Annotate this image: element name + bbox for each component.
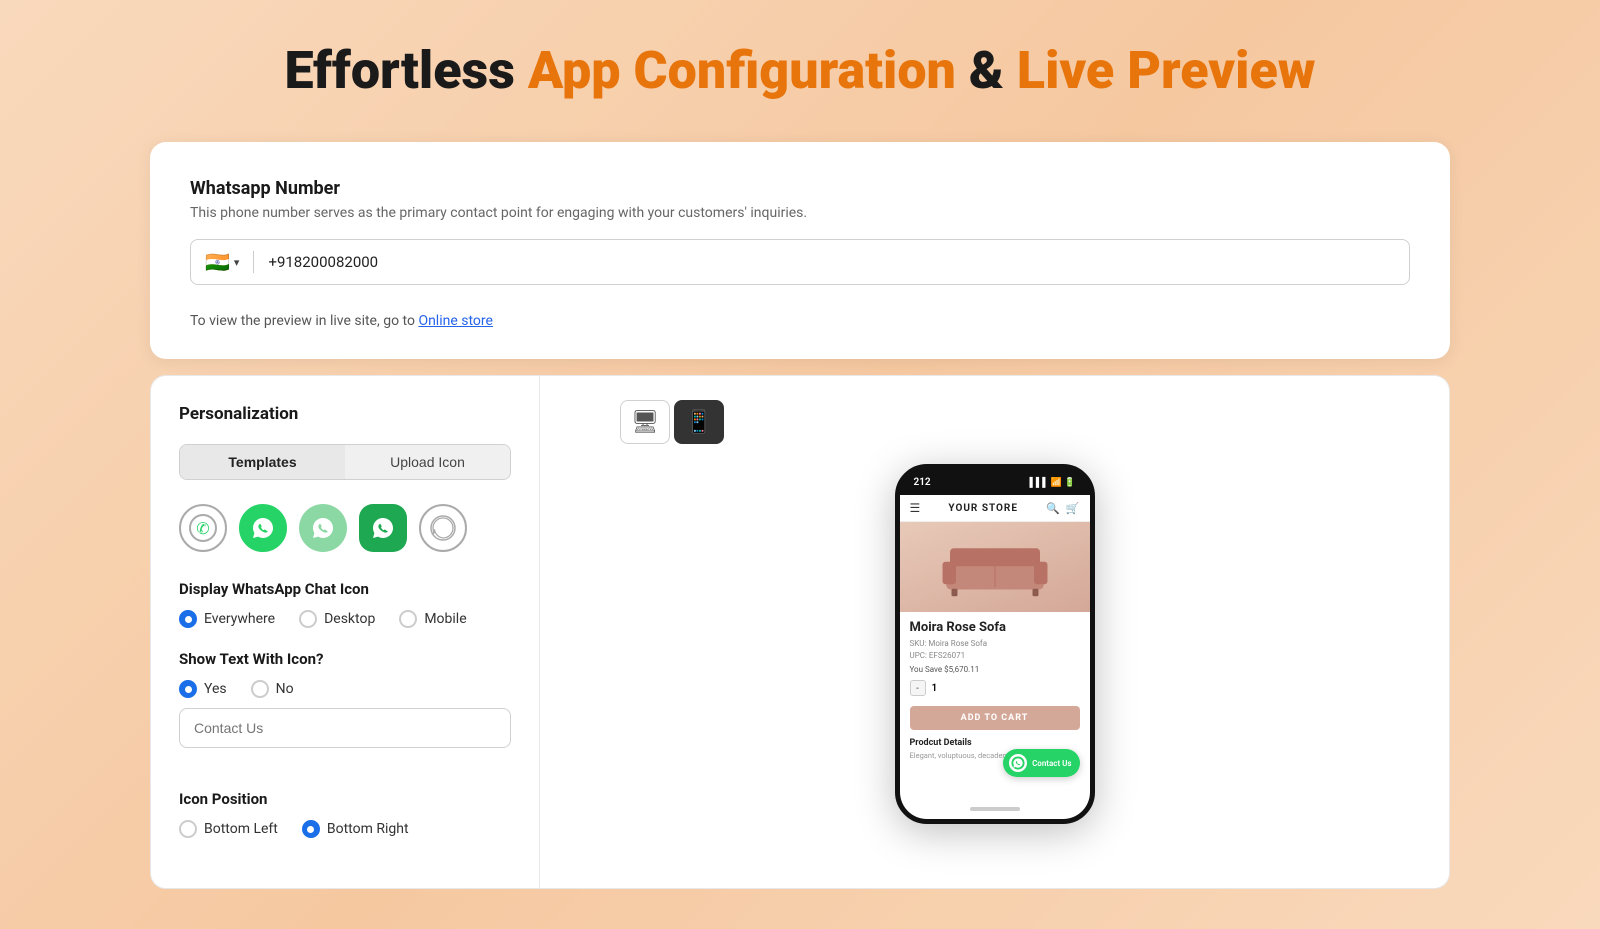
desktop-device-btn[interactable]: 🖥 <box>620 400 670 444</box>
wa-icon-variant-3[interactable] <box>299 504 347 552</box>
display-chat-icon-group: Display WhatsApp Chat Icon Everywhere De… <box>179 580 511 628</box>
radio-bottom-left-circle <box>179 820 197 838</box>
sofa-svg <box>935 532 1055 602</box>
cart-icon: 🛒 <box>1066 502 1080 515</box>
radio-bottom-left[interactable]: Bottom Left <box>179 820 278 838</box>
wa-float-text: Contact Us <box>1032 759 1071 768</box>
product-price: You Save $5,670.11 <box>910 665 1080 674</box>
radio-desktop-label: Desktop <box>324 611 375 627</box>
radio-everywhere-label: Everywhere <box>204 611 275 627</box>
preview-panel: 🖥 📱 212 ▌▌▌ 📶 🔋 ☰ YOUR STORE 🔍 <box>540 375 1450 889</box>
icon-position-radio-row: Bottom Left Bottom Right <box>179 820 511 838</box>
whatsapp-section-title: Whatsapp Number <box>190 178 1410 199</box>
phone-status-bar: 212 ▌▌▌ 📶 🔋 <box>900 469 1090 495</box>
search-icon: 🔍 <box>1046 502 1060 515</box>
tab-upload-icon[interactable]: Upload Icon <box>345 445 510 479</box>
wa-icon-variant-4[interactable] <box>359 504 407 552</box>
qty-minus-btn[interactable]: - <box>910 680 926 696</box>
wa-icon-variant-5[interactable] <box>419 504 467 552</box>
preview-link-row: To view the preview in live site, go to … <box>190 305 1410 329</box>
radio-no-label: No <box>276 681 294 697</box>
whatsapp-section-desc: This phone number serves as the primary … <box>190 205 1410 221</box>
svg-text:✆: ✆ <box>196 519 209 538</box>
radio-mobile-label: Mobile <box>424 611 466 627</box>
radio-no[interactable]: No <box>251 680 294 698</box>
mobile-device-btn[interactable]: 📱 <box>674 400 724 444</box>
store-header-actions: 🔍 🛒 <box>1046 502 1079 515</box>
whatsapp-card: Whatsapp Number This phone number serves… <box>150 142 1450 359</box>
flag-emoji: 🇮🇳 <box>205 250 230 274</box>
desktop-icon: 🖥 <box>631 409 659 435</box>
product-details-title: Prodcut Details <box>910 738 1080 748</box>
phone-mockup: 212 ▌▌▌ 📶 🔋 ☰ YOUR STORE 🔍 🛒 <box>895 464 1095 824</box>
home-indicator <box>970 807 1020 811</box>
store-name: YOUR STORE <box>948 503 1018 514</box>
title-word-and: & <box>969 40 1004 101</box>
radio-bottom-left-label: Bottom Left <box>204 821 278 837</box>
notch-icons: ▌▌▌ 📶 🔋 <box>1029 477 1075 488</box>
display-radio-row: Everywhere Desktop Mobile <box>179 610 511 628</box>
wa-float-icon <box>1009 754 1027 772</box>
country-selector[interactable]: 🇮🇳 ▾ <box>205 250 239 274</box>
phone-divider <box>253 251 254 273</box>
show-text-title: Show Text With Icon? <box>179 650 511 668</box>
radio-mobile-circle <box>399 610 417 628</box>
phone-number-value[interactable]: +918200082000 <box>268 253 1395 271</box>
radio-everywhere-circle <box>179 610 197 628</box>
product-sku: SKU: Moira Rose Sofa <box>910 638 1080 650</box>
wa-icon-variant-1[interactable]: ✆ <box>179 504 227 552</box>
wa-float-button[interactable]: Contact Us <box>1003 749 1079 777</box>
chevron-down-icon: ▾ <box>234 256 240 269</box>
device-switcher: 🖥 📱 <box>620 400 724 444</box>
phone-screen: ☰ YOUR STORE 🔍 🛒 <box>900 495 1090 799</box>
icon-position-group: Icon Position Bottom Left Bottom Right <box>179 790 511 838</box>
title-word-live-preview: Live Preview <box>1017 40 1316 101</box>
menu-icon: ☰ <box>910 501 921 515</box>
mobile-icon: 📱 <box>685 409 712 435</box>
page-title: Effortless App Configuration & Live Prev… <box>284 40 1315 102</box>
qty-row: - 1 <box>910 680 1080 696</box>
radio-mobile[interactable]: Mobile <box>399 610 466 628</box>
radio-desktop-circle <box>299 610 317 628</box>
phone-bottom-bar <box>900 799 1090 819</box>
product-name: Moira Rose Sofa <box>910 620 1080 635</box>
preview-text: To view the preview in live site, go to <box>190 313 415 329</box>
add-to-cart-button[interactable]: ADD TO CART <box>910 706 1080 730</box>
title-word-app-config: App Configuration <box>528 40 956 101</box>
display-chat-title: Display WhatsApp Chat Icon <box>179 580 511 598</box>
product-upc: UPC: EFS26071 <box>910 650 1080 662</box>
radio-bottom-right-label: Bottom Right <box>327 821 409 837</box>
wa-icon-variant-2[interactable] <box>239 504 287 552</box>
show-text-group: Show Text With Icon? Yes No <box>179 650 511 768</box>
personalization-heading: Personalization <box>179 404 511 424</box>
phone-input-container: 🇮🇳 ▾ +918200082000 <box>190 239 1410 285</box>
show-text-radio-row: Yes No <box>179 680 511 698</box>
radio-desktop[interactable]: Desktop <box>299 610 375 628</box>
template-tabs: Templates Upload Icon <box>179 444 511 480</box>
radio-bottom-right[interactable]: Bottom Right <box>302 820 409 838</box>
online-store-link[interactable]: Online store <box>418 313 493 329</box>
radio-yes[interactable]: Yes <box>179 680 227 698</box>
qty-value: 1 <box>932 683 938 694</box>
store-header: ☰ YOUR STORE 🔍 🛒 <box>900 495 1090 522</box>
radio-no-circle <box>251 680 269 698</box>
product-image-area <box>900 522 1090 612</box>
lower-section: Personalization Templates Upload Icon ✆ <box>150 375 1450 889</box>
radio-everywhere[interactable]: Everywhere <box>179 610 275 628</box>
radio-yes-circle <box>179 680 197 698</box>
icon-position-title: Icon Position <box>179 790 511 808</box>
tab-templates[interactable]: Templates <box>180 445 345 479</box>
radio-bottom-right-circle <box>302 820 320 838</box>
radio-yes-label: Yes <box>204 681 227 697</box>
product-info: Moira Rose Sofa SKU: Moira Rose Sofa UPC… <box>900 612 1090 706</box>
personalization-panel: Personalization Templates Upload Icon ✆ <box>150 375 540 889</box>
notch-time: 212 <box>914 477 931 488</box>
title-word-effortless: Effortless <box>284 40 514 101</box>
icon-variants-row: ✆ <box>179 504 511 552</box>
contact-text-input[interactable] <box>179 708 511 748</box>
